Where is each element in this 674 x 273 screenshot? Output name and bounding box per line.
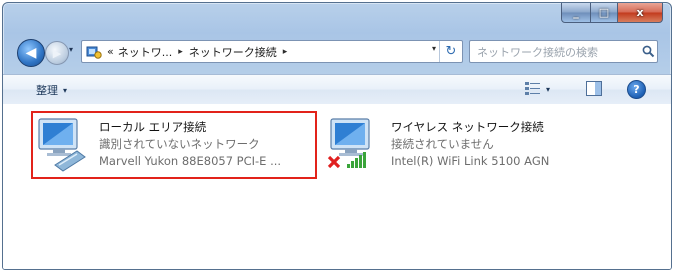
- explorer-window: _ □ x ◀ ▶ ▾ « ネットワ... ▸ ネットワーク接続 ▸ ▾ ↻ ネ…: [2, 2, 672, 270]
- chevron-down-icon: ▾: [546, 85, 551, 94]
- disconnected-x-icon: [327, 155, 341, 169]
- connection-status: 接続されていません: [391, 137, 494, 151]
- refresh-button[interactable]: ↻: [439, 41, 462, 62]
- breadcrumb-network-connections[interactable]: ネットワーク接続: [189, 44, 277, 60]
- change-view-button[interactable]: ▾: [525, 80, 550, 99]
- breadcrumb-network-sharing[interactable]: ネットワ...: [118, 44, 173, 60]
- recent-pages-dropdown[interactable]: ▾: [69, 45, 73, 54]
- connection-device: Intel(R) WiFi Link 5100 AGN: [391, 154, 550, 168]
- navigation-bar: ◀ ▶ ▾ « ネットワ... ▸ ネットワーク接続 ▸ ▾ ↻ ネットワーク接…: [3, 35, 671, 71]
- back-button[interactable]: ◀: [17, 39, 45, 67]
- breadcrumb-overflow[interactable]: «: [107, 45, 114, 58]
- address-dropdown[interactable]: ▾: [432, 44, 436, 53]
- control-panel-icon: [85, 44, 103, 60]
- network-adapter-icon: [33, 113, 93, 173]
- connection-name: ワイヤレス ネットワーク接続: [391, 120, 544, 134]
- address-bar[interactable]: « ネットワ... ▸ ネットワーク接続 ▸ ▾ ↻: [81, 40, 463, 63]
- forward-button[interactable]: ▶: [45, 41, 69, 65]
- search-icon[interactable]: [639, 43, 657, 61]
- search-box[interactable]: ネットワーク接続の検索: [469, 40, 658, 63]
- connection-item-wireless[interactable]: ワイヤレス ネットワーク接続 接続されていません Intel(R) WiFi L…: [325, 113, 625, 177]
- wireless-adapter-icon: [325, 113, 385, 173]
- breadcrumb-separator[interactable]: ▸: [178, 47, 183, 57]
- close-button[interactable]: x: [618, 3, 663, 23]
- breadcrumb-separator[interactable]: ▸: [283, 47, 288, 57]
- command-bar: 整理 ▾ ▾ ?: [3, 74, 671, 105]
- view-options-icon: [525, 80, 541, 99]
- caption-buttons: _ □ x: [561, 3, 663, 23]
- organize-label: 整理: [36, 84, 58, 97]
- chevron-down-icon: ▾: [63, 85, 68, 95]
- help-button[interactable]: ?: [627, 80, 646, 99]
- preview-pane-icon: [586, 81, 602, 96]
- organize-menu[interactable]: 整理 ▾: [36, 82, 67, 98]
- maximize-button[interactable]: □: [591, 3, 618, 23]
- preview-pane-button[interactable]: [586, 81, 602, 100]
- minimize-button[interactable]: _: [561, 3, 591, 23]
- connections-list: ローカル エリア接続 識別されていないネットワーク Marvell Yukon …: [3, 104, 671, 269]
- search-input[interactable]: ネットワーク接続の検索: [477, 44, 639, 60]
- connection-item-local-area[interactable]: ローカル エリア接続 識別されていないネットワーク Marvell Yukon …: [31, 111, 317, 179]
